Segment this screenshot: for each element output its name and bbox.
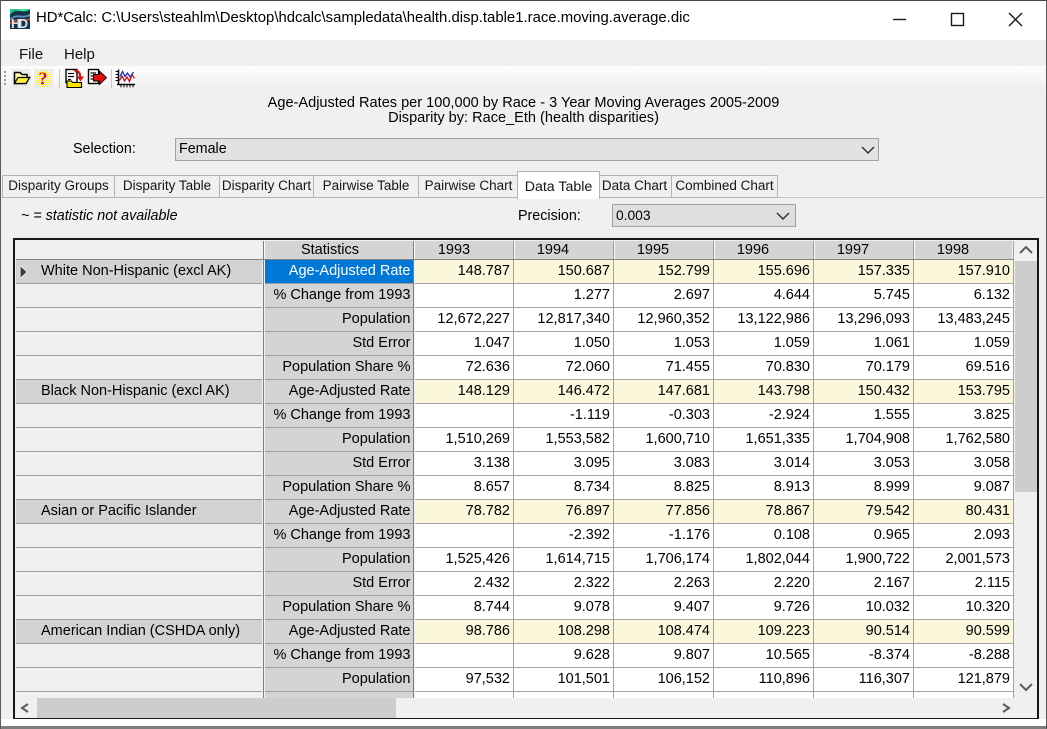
svg-text:HD: HD xyxy=(11,16,28,29)
svg-text:?: ? xyxy=(39,69,48,89)
